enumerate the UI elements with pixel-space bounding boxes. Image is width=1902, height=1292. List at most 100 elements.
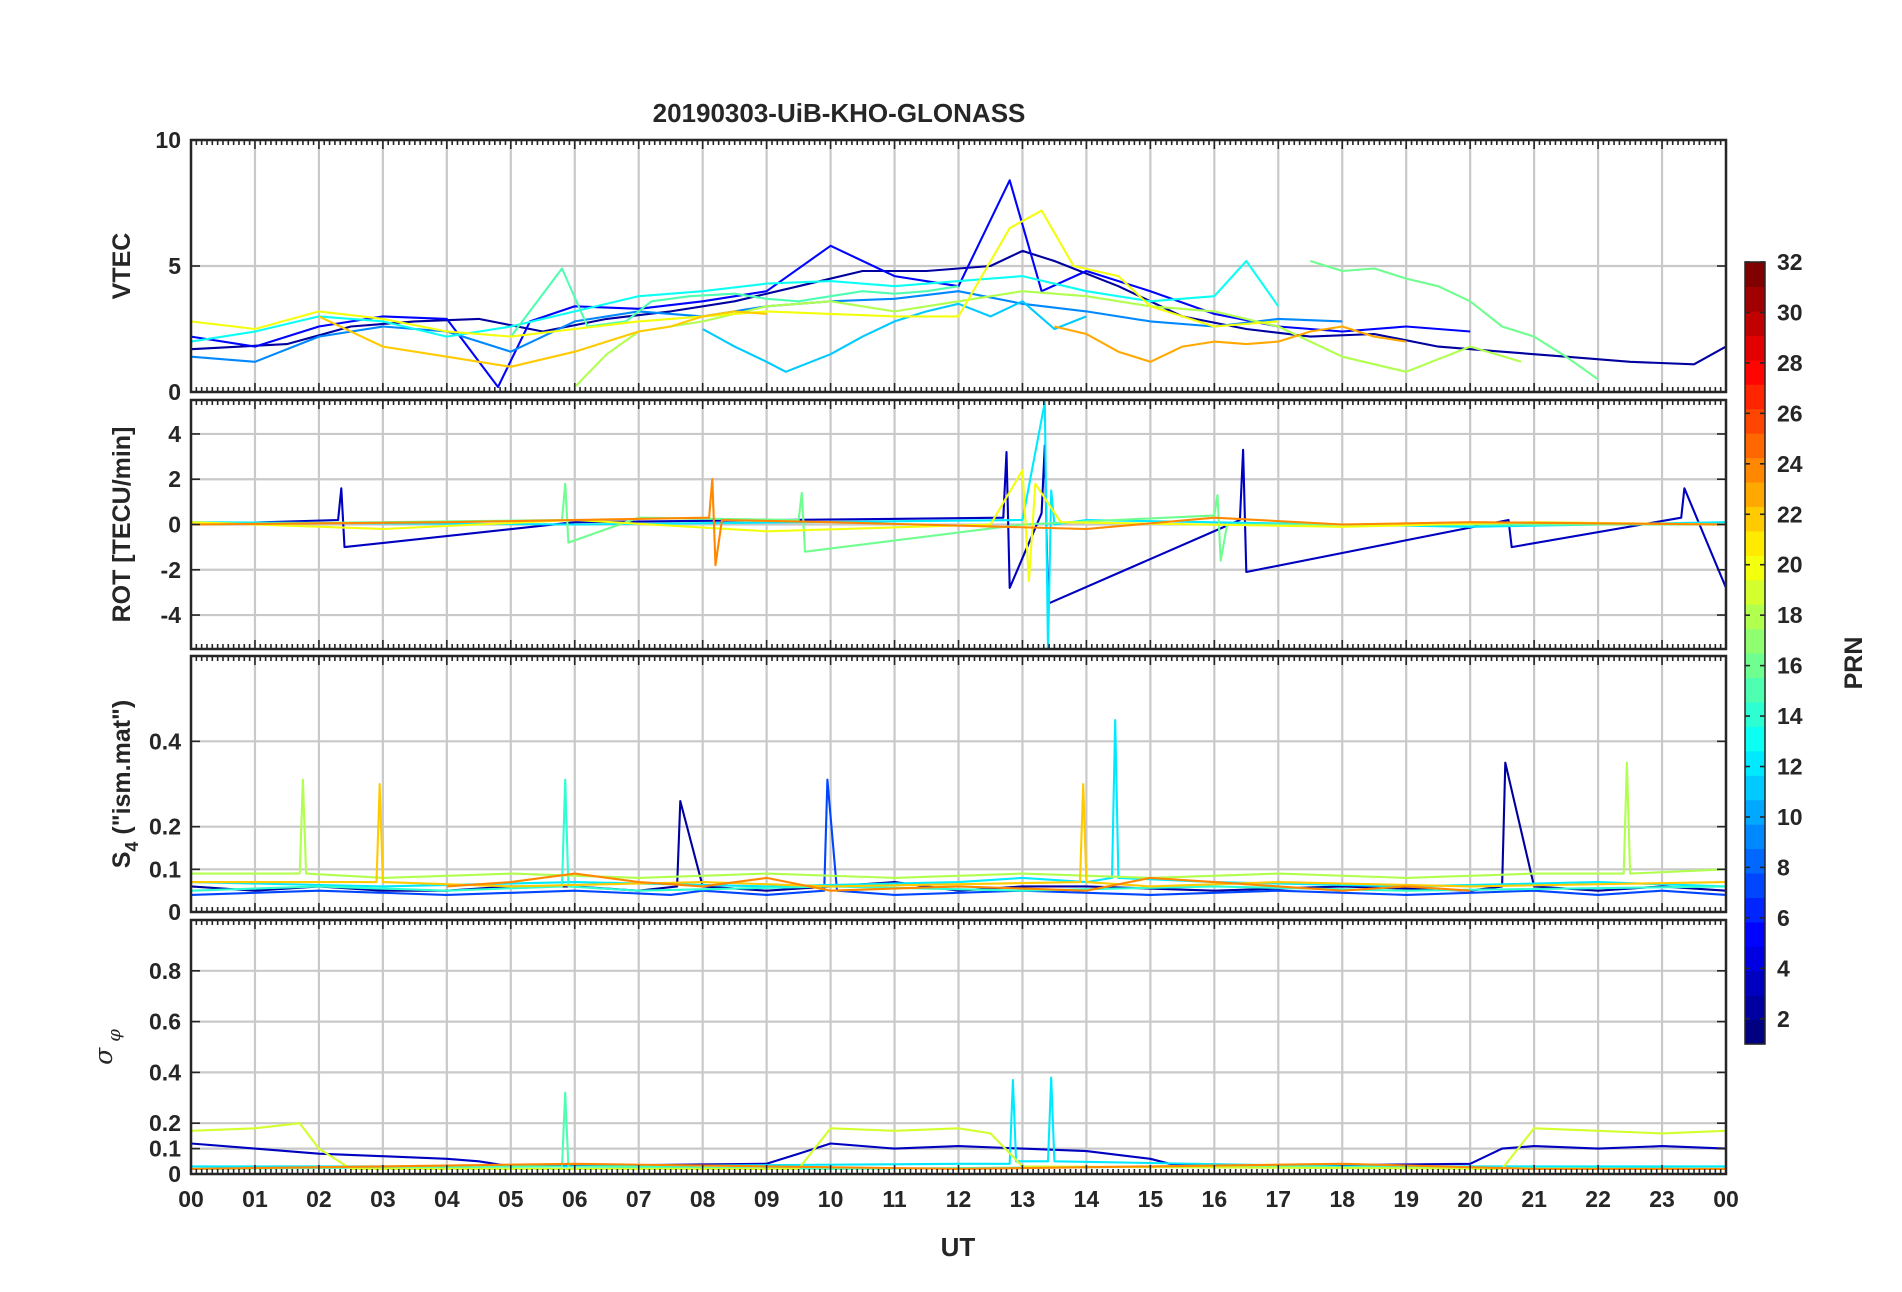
x-tick-label: 15: [1138, 1186, 1164, 1212]
y-tick-label: 5: [168, 253, 181, 279]
y-tick-label: 0: [168, 899, 181, 925]
x-tick-label: 00: [1713, 1186, 1739, 1212]
colorbar-tick-label: 8: [1777, 854, 1790, 880]
y-tick-label: 0.4: [149, 1059, 181, 1085]
x-tick-label: 09: [754, 1186, 780, 1212]
y-axis-label-sub: 4: [122, 842, 142, 852]
colorbar-tick-label: 14: [1777, 703, 1803, 729]
x-tick-label: 03: [370, 1186, 396, 1212]
colorbar-label: PRN: [1840, 637, 1868, 690]
colorbar-cell: [1745, 799, 1765, 825]
trace-prn-15: [509, 267, 959, 338]
x-tick-label: 05: [498, 1186, 524, 1212]
colorbar-tick-label: 32: [1777, 249, 1803, 275]
y-axis-label: VTEC: [108, 233, 136, 300]
y-axis-label: ROT [TECU/min]: [108, 427, 136, 623]
x-tick-label: 21: [1521, 1186, 1547, 1212]
y-tick-label: 0.4: [149, 728, 181, 754]
colorbar-cell: [1745, 384, 1765, 410]
x-axis-label: UT: [941, 1232, 976, 1262]
colorbar-cell: [1745, 530, 1765, 556]
y-axis-label: σφ: [89, 1029, 125, 1065]
colorbar-cell: [1745, 555, 1765, 581]
x-tick-label: 00: [178, 1186, 204, 1212]
colorbar-cell: [1745, 579, 1765, 605]
x-tick-label: 08: [690, 1186, 716, 1212]
x-tick-label: 16: [1202, 1186, 1228, 1212]
colorbar-tick-label: 10: [1777, 804, 1803, 830]
colorbar-cell: [1745, 1019, 1765, 1045]
trace-prn-23: [1054, 325, 1407, 363]
colorbar-cell: [1745, 750, 1765, 776]
y-tick-label: 0: [168, 512, 181, 538]
y-tick-label: 0.2: [149, 1110, 181, 1136]
panel-s4: 0 0.1 0.2 0.4 S4 ("ism.mat"): [108, 654, 1728, 925]
y-tick-label: 0.1: [149, 1136, 181, 1162]
y-tick-label: 4: [168, 421, 181, 447]
trace-prn-16: [1309, 259, 1599, 381]
y-tick-label: 0.8: [149, 958, 181, 984]
x-tick-label: 18: [1329, 1186, 1355, 1212]
x-tick-label: 10: [818, 1186, 844, 1212]
colorbar-cell: [1745, 628, 1765, 654]
colorbar-cell: [1745, 481, 1765, 507]
colorbar-tick-label: 4: [1777, 955, 1790, 981]
colorbar-cell: [1745, 848, 1765, 874]
colorbar-tick-label: 2: [1777, 1006, 1790, 1032]
x-tick-label: 04: [434, 1186, 460, 1212]
colorbar-tick-label: 18: [1777, 602, 1803, 628]
colorbar-tick-label: 28: [1777, 350, 1803, 376]
colorbar-tick-label: 30: [1777, 299, 1803, 325]
colorbar-cell: [1745, 433, 1765, 459]
y-axis-label-main: S: [108, 852, 136, 869]
chart-title: 20190303-UiB-KHO-GLONASS: [653, 98, 1026, 128]
colorbar-cell: [1745, 677, 1765, 703]
colorbar-tick-label: 6: [1777, 905, 1790, 931]
y-axis-label-sub: φ: [104, 1029, 125, 1042]
colorbar-cell: [1745, 604, 1765, 630]
colorbar-tick-label: 16: [1777, 653, 1803, 679]
y-tick-label: 0.2: [149, 814, 181, 840]
colorbar-cell: [1745, 921, 1765, 947]
y-tick-label: 0: [168, 1161, 181, 1187]
y-axis-label-rest: ("ism.mat"): [108, 700, 136, 842]
trace-prn-20: [191, 209, 1279, 338]
colorbar-cell: [1745, 262, 1765, 288]
colorbar-cell: [1745, 726, 1765, 752]
colorbar-tick-label: 24: [1777, 451, 1803, 477]
colorbar-cell: [1745, 995, 1765, 1021]
colorbar-cell: [1745, 286, 1765, 312]
x-tick-label: 12: [946, 1186, 972, 1212]
panel-rot: -4 -2 0 2 4 ROT [TECU/min]: [108, 398, 1728, 651]
colorbar-cell: [1745, 970, 1765, 996]
colorbar-tick-label: 12: [1777, 754, 1803, 780]
x-tick-label: 23: [1649, 1186, 1675, 1212]
x-tick-label: 13: [1010, 1186, 1036, 1212]
x-tick-label: 01: [242, 1186, 268, 1212]
y-tick-label: -4: [161, 602, 182, 628]
colorbar-cell: [1745, 457, 1765, 483]
y-tick-label: 10: [155, 127, 181, 153]
x-tick-label: 20: [1457, 1186, 1483, 1212]
y-axis-label-main: σ: [89, 1047, 118, 1065]
colorbar-cell: [1745, 701, 1765, 727]
y-tick-label: -2: [161, 557, 181, 583]
chart-panels: 0510VTEC-4-2024ROT [TECU/min]00.10.20.4S…: [89, 127, 1739, 1212]
colorbar-cell: [1745, 824, 1765, 850]
colorbar-cell: [1745, 872, 1765, 898]
y-axis-label: S4 ("ism.mat"): [108, 700, 142, 869]
colorbar-cell: [1745, 335, 1765, 361]
y-tick-label: 0.6: [149, 1009, 181, 1035]
y-tick-label: 0: [168, 379, 181, 405]
trace-prn-18: [574, 290, 1522, 388]
x-tick-label: 06: [562, 1186, 588, 1212]
x-tick-label: 14: [1074, 1186, 1100, 1212]
colorbar-tick-label: 26: [1777, 400, 1803, 426]
panel-vtec: 0 5 10 VTEC: [108, 127, 1728, 405]
figure: 20190303-UiB-KHO-GLONASS 0510VTEC-4-2024…: [89, 98, 1868, 1262]
x-tick-label: 02: [306, 1186, 332, 1212]
colorbar-cell: [1745, 506, 1765, 532]
prn-colorbar: 2468101214161820222426283032PRN: [1744, 249, 1868, 1045]
x-tick-label: 07: [626, 1186, 652, 1212]
colorbar-tick-label: 22: [1777, 501, 1803, 527]
